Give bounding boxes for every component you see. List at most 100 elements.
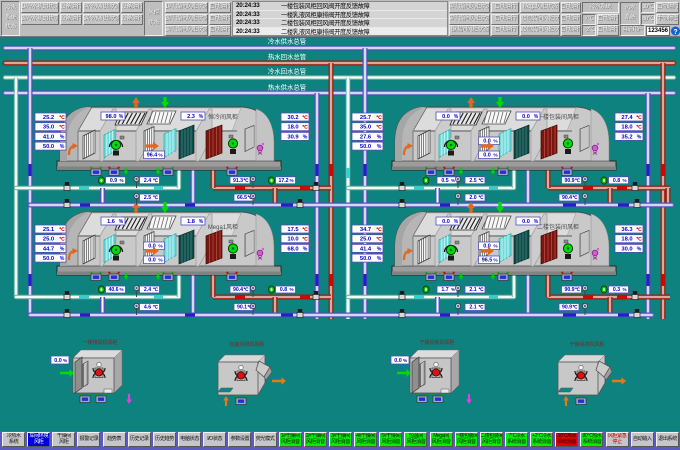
- svg-text:96.5: 96.5: [482, 258, 493, 264]
- svg-text:℃: ℃: [636, 114, 642, 121]
- svg-text:热水供水总管: 热水供水总管: [268, 83, 306, 92]
- svg-text:2.3: 2.3: [187, 114, 195, 120]
- svg-text:50.0: 50.0: [43, 256, 54, 262]
- svg-text:2.1: 2.1: [469, 305, 476, 311]
- svg-text:30.2: 30.2: [287, 115, 298, 121]
- svg-text:0.9: 0.9: [110, 178, 117, 184]
- svg-text:1.8: 1.8: [187, 219, 195, 225]
- svg-text:2.4: 2.4: [144, 287, 151, 293]
- svg-text:25.0: 25.0: [360, 237, 371, 243]
- svg-text:℃: ℃: [636, 226, 642, 233]
- svg-text:1.6: 1.6: [107, 219, 115, 225]
- svg-text:%: %: [158, 258, 163, 264]
- svg-text:90.4: 90.4: [562, 195, 572, 201]
- svg-text:℃: ℃: [302, 226, 308, 233]
- svg-text:%: %: [60, 144, 65, 150]
- svg-text:91.3: 91.3: [233, 178, 243, 184]
- svg-text:17.2: 17.2: [278, 178, 288, 184]
- svg-text:%: %: [119, 287, 123, 292]
- svg-text:25.2: 25.2: [43, 115, 54, 121]
- svg-text:18.0: 18.0: [621, 125, 632, 131]
- svg-text:%: %: [303, 134, 308, 140]
- svg-text:℃: ℃: [243, 286, 249, 292]
- svg-text:冷水供水总管: 冷水供水总管: [268, 37, 306, 46]
- svg-text:℃: ℃: [636, 236, 642, 243]
- svg-text:%: %: [289, 178, 293, 183]
- svg-text:0.0: 0.0: [394, 358, 402, 364]
- svg-text:50.0: 50.0: [360, 144, 371, 150]
- svg-text:℃: ℃: [302, 124, 308, 131]
- svg-text:%: %: [534, 114, 539, 120]
- svg-text:℃: ℃: [572, 194, 578, 200]
- svg-text:℃: ℃: [302, 236, 308, 243]
- svg-text:10.0: 10.0: [287, 237, 298, 243]
- svg-text:25.0: 25.0: [43, 237, 54, 243]
- svg-text:%: %: [377, 256, 382, 262]
- svg-text:%: %: [637, 134, 642, 140]
- svg-text:%: %: [622, 178, 626, 183]
- svg-text:35.2: 35.2: [621, 134, 632, 140]
- svg-text:二楼包装间风柜: 二楼包装间风柜: [537, 223, 579, 231]
- svg-text:%: %: [622, 287, 626, 292]
- svg-text:℃: ℃: [575, 286, 581, 292]
- svg-text:27.6: 27.6: [360, 134, 372, 140]
- svg-text:%: %: [60, 134, 65, 140]
- svg-text:%: %: [377, 246, 382, 252]
- svg-text:恒冷间风柜: 恒冷间风柜: [208, 113, 238, 121]
- svg-text:%: %: [377, 134, 382, 140]
- svg-text:热水回水总管: 热水回水总管: [268, 52, 306, 61]
- svg-text:0.0: 0.0: [522, 219, 530, 225]
- svg-text:%: %: [534, 219, 539, 225]
- svg-text:35.0: 35.0: [43, 125, 54, 131]
- svg-text:℃: ℃: [636, 124, 642, 131]
- svg-text:4.6: 4.6: [144, 305, 151, 311]
- svg-text:℃: ℃: [376, 226, 382, 233]
- svg-text:%: %: [403, 358, 408, 364]
- svg-text:0.0: 0.0: [54, 358, 62, 364]
- svg-text:%: %: [60, 246, 65, 252]
- svg-text:℃: ℃: [243, 177, 249, 183]
- svg-text:%: %: [493, 139, 498, 145]
- svg-text:℃: ℃: [153, 177, 159, 183]
- svg-text:Mega1风柜: Mega1风柜: [208, 223, 238, 231]
- svg-text:一楼排风机风柜: 一楼排风机风柜: [82, 339, 117, 346]
- svg-text:2.1: 2.1: [469, 287, 476, 293]
- svg-text:℃: ℃: [59, 236, 65, 243]
- svg-text:2.4: 2.4: [144, 178, 151, 184]
- svg-text:%: %: [158, 244, 163, 250]
- svg-text:%: %: [289, 287, 293, 292]
- svg-text:%: %: [377, 144, 382, 150]
- svg-text:%: %: [454, 114, 459, 120]
- svg-text:%: %: [451, 178, 455, 183]
- svg-text:冷水回水总管: 冷水回水总管: [268, 67, 306, 76]
- svg-text:30.9: 30.9: [287, 134, 299, 140]
- svg-text:17.5: 17.5: [287, 227, 299, 233]
- svg-text:41.4: 41.4: [360, 246, 372, 252]
- svg-text:%: %: [199, 219, 204, 225]
- svg-text:36.3: 36.3: [621, 227, 633, 233]
- svg-text:干燥间排风风柜: 干燥间排风风柜: [569, 341, 604, 348]
- svg-text:%: %: [451, 287, 455, 292]
- svg-text:44.7: 44.7: [43, 246, 54, 252]
- svg-text:34.7: 34.7: [360, 227, 371, 233]
- svg-text:%: %: [493, 153, 498, 159]
- svg-text:℃: ℃: [59, 124, 65, 131]
- svg-text:18.0: 18.0: [287, 125, 298, 131]
- svg-text:0.0: 0.0: [148, 258, 156, 264]
- svg-text:90.9: 90.9: [564, 178, 574, 184]
- svg-text:%: %: [303, 246, 308, 252]
- svg-text:℃: ℃: [376, 114, 382, 121]
- svg-text:2.5: 2.5: [144, 195, 151, 201]
- svg-text:90.1: 90.1: [237, 305, 247, 311]
- svg-text:℃: ℃: [153, 194, 159, 200]
- svg-text:30.0: 30.0: [621, 246, 632, 252]
- svg-text:℃: ℃: [302, 114, 308, 121]
- svg-text:℃: ℃: [376, 236, 382, 243]
- svg-text:包装间排风风柜: 包装间排风风柜: [229, 341, 264, 348]
- svg-text:%: %: [158, 153, 163, 159]
- svg-text:90.9: 90.9: [562, 305, 572, 311]
- svg-text:68.0: 68.0: [287, 246, 298, 252]
- svg-text:0.0: 0.0: [522, 114, 530, 120]
- svg-text:0.0: 0.0: [442, 114, 450, 120]
- svg-text:%: %: [637, 246, 642, 252]
